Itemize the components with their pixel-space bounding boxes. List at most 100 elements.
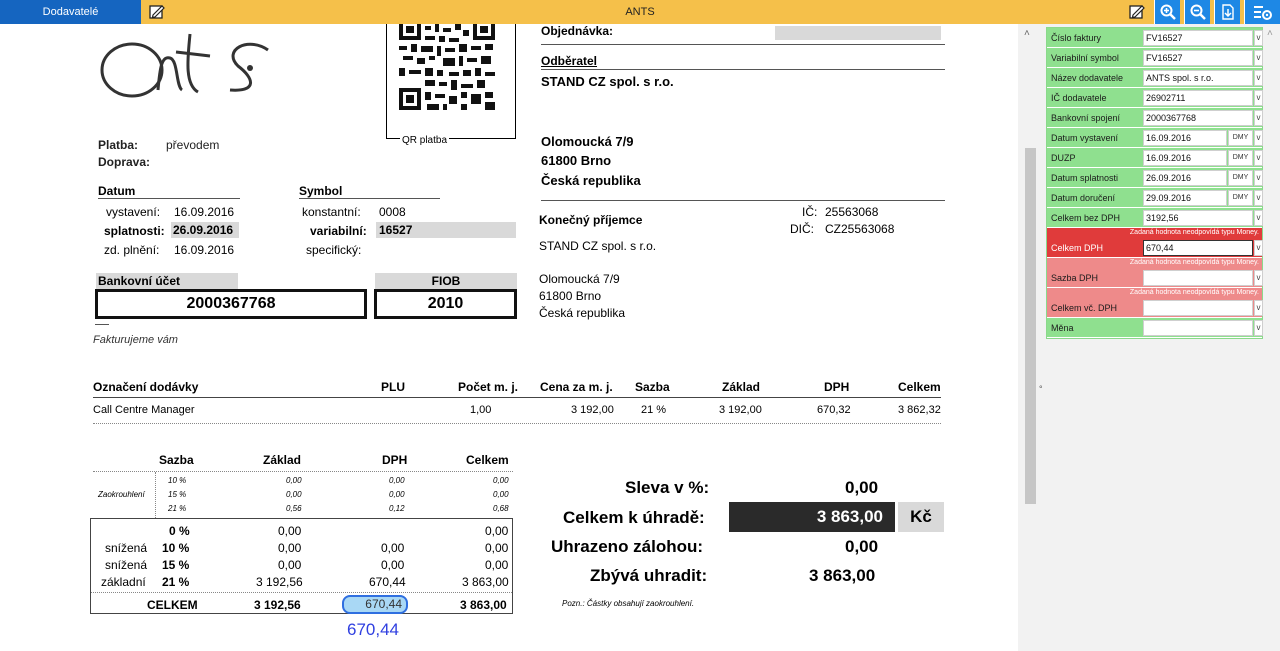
round-zaklad-10: 0,00 <box>286 476 302 485</box>
panel-scroll-up-icon[interactable]: ˄ <box>1267 28 1273 39</box>
edit-icon[interactable] <box>1124 0 1150 24</box>
date-format-button[interactable]: DMY <box>1228 190 1253 206</box>
dropdown-icon[interactable]: v <box>1254 320 1263 336</box>
field-datum-doruceni[interactable]: Datum doručení 29.09.2016 DMY v <box>1047 188 1263 208</box>
field-value[interactable]: ANTS spol. s r.o. <box>1143 70 1253 86</box>
field-value[interactable]: 26.09.2016 <box>1143 170 1227 186</box>
ocr-recognized-value: 670,44 <box>347 620 399 639</box>
field-value[interactable]: FV16527 <box>1143 30 1253 46</box>
dropdown-icon[interactable]: v <box>1254 130 1263 146</box>
ic-label: IČ: <box>802 205 818 219</box>
edit-icon[interactable] <box>148 3 166 21</box>
variabilni-label: variabilní: <box>310 224 367 238</box>
field-value-active[interactable]: 670,44 <box>1143 240 1253 256</box>
settings-icon[interactable] <box>1244 0 1280 24</box>
download-icon[interactable] <box>1214 0 1240 24</box>
field-value[interactable] <box>1143 300 1253 316</box>
qr-code <box>399 24 495 115</box>
vat-total-divider <box>91 592 512 593</box>
item-pocet: 1,00 <box>470 404 492 416</box>
field-value[interactable]: 29.09.2016 <box>1143 190 1227 206</box>
items-divider <box>93 397 941 398</box>
dropdown-icon[interactable]: v <box>1254 90 1263 106</box>
field-datum-splatnosti[interactable]: Datum splatnosti 26.09.2016 DMY v <box>1047 168 1263 188</box>
symbol-header: Symbol <box>299 184 343 198</box>
vat-total-dph-highlight[interactable]: 670,44 <box>342 595 408 614</box>
field-celkem-dph[interactable]: Zadaná hodnota neodpovídá typu Money. Cel… <box>1047 228 1263 258</box>
konstantni-value: 0008 <box>379 205 406 219</box>
dropdown-icon[interactable]: v <box>1254 150 1263 166</box>
date-format-button[interactable]: DMY <box>1228 170 1253 186</box>
symbol-divider <box>299 198 440 199</box>
scrollbar-thumb[interactable] <box>1025 148 1036 504</box>
zbyva-label: Zbývá uhradit: <box>590 566 708 585</box>
field-value[interactable] <box>1143 320 1253 336</box>
dropdown-icon[interactable]: v <box>1254 30 1263 46</box>
field-value[interactable]: 16.09.2016 <box>1143 130 1227 146</box>
ic-value: 25563068 <box>825 205 879 219</box>
field-label: Datum vystavení <box>1051 133 1119 143</box>
dropdown-icon[interactable]: v <box>1254 190 1263 206</box>
rate-zaklad-15: 0,00 <box>278 558 302 572</box>
vat-divider-vertical <box>155 472 156 518</box>
top-toolbar <box>0 0 1280 24</box>
konecny-divider <box>541 200 945 201</box>
rate-sazba-21: 21 % <box>162 575 190 589</box>
dropdown-icon[interactable]: v <box>1254 70 1263 86</box>
round-sazba-21: 21 % <box>168 504 187 513</box>
currency-label: Kč <box>898 502 944 532</box>
rate-celkem-10: 0,00 <box>485 541 509 555</box>
zoom-out-icon[interactable] <box>1184 0 1210 24</box>
field-ic-dodavatele[interactable]: IČ dodavatele 26902711 v <box>1047 88 1263 108</box>
field-value[interactable]: 26902711 <box>1143 90 1253 106</box>
field-celkem-vc-dph[interactable]: Zadaná hodnota neodpovídá typu Money. Cel… <box>1047 288 1263 318</box>
ants-logo <box>98 26 276 119</box>
field-sazba-dph[interactable]: Zadaná hodnota neodpovídá typu Money. Saz… <box>1047 258 1263 288</box>
dropdown-icon[interactable]: v <box>1254 240 1263 256</box>
field-mena[interactable]: Měna v <box>1047 318 1263 338</box>
dropdown-icon[interactable]: v <box>1254 210 1263 226</box>
variabilni-value: 16527 <box>376 222 516 238</box>
round-dph-21: 0,12 <box>389 504 405 513</box>
field-value[interactable]: 3192,56 <box>1143 210 1253 226</box>
tab-dodavatele[interactable]: Dodavatelé <box>0 0 141 24</box>
vystaveni-label: vystavení: <box>106 205 161 219</box>
dropdown-icon[interactable]: v <box>1254 110 1263 126</box>
field-bankovni-spojeni[interactable]: Bankovní spojení 2000367768 v <box>1047 108 1263 128</box>
plneni-value: 16.09.2016 <box>174 243 235 257</box>
fiob-header: FIOB <box>375 273 517 289</box>
zaloha-label: Uhrazeno zálohou: <box>551 537 704 556</box>
dropdown-icon[interactable]: v <box>1254 270 1263 286</box>
divider <box>95 324 109 325</box>
dic-label: DIČ: <box>790 222 814 236</box>
summary-note: Pozn.: Částky obsahují zaokrouhlení. <box>562 599 695 608</box>
field-celkem-bez-dph[interactable]: Celkem bez DPH 3192,56 v <box>1047 208 1263 228</box>
odberatel-country: Česká republika <box>541 173 641 188</box>
field-cislo-faktury[interactable]: Číslo faktury FV16527 v <box>1047 28 1263 48</box>
zaokrouhleni-label: Zaokrouhlení <box>98 490 145 499</box>
round-dph-10: 0,00 <box>389 476 405 485</box>
field-datum-vystaveni[interactable]: Datum vystavení 16.09.2016 DMY v <box>1047 128 1263 148</box>
date-format-button[interactable]: DMY <box>1228 150 1253 166</box>
item-cena: 3 192,00 <box>571 404 614 416</box>
zoom-in-icon[interactable] <box>1154 0 1180 24</box>
date-format-button[interactable]: DMY <box>1228 130 1253 146</box>
items-header-celkem: Celkem <box>898 380 941 394</box>
dropdown-icon[interactable]: v <box>1254 300 1263 316</box>
scroll-up-icon[interactable]: ˄ <box>1024 28 1030 39</box>
odberatel-divider <box>541 69 945 70</box>
vat-header-zaklad: Základ <box>263 453 302 467</box>
objednavka-divider <box>541 44 945 45</box>
field-duzp[interactable]: DUZP 16.09.2016 DMY v <box>1047 148 1263 168</box>
item-name: Call Centre Manager <box>93 404 195 416</box>
doprava-label: Doprava: <box>98 155 151 169</box>
dropdown-icon[interactable]: v <box>1254 50 1263 66</box>
field-value[interactable]: 2000367768 <box>1143 110 1253 126</box>
field-value[interactable]: FV16527 <box>1143 50 1253 66</box>
field-value[interactable] <box>1143 270 1253 286</box>
field-nazev-dodavatele[interactable]: Název dodavatele ANTS spol. s r.o. v <box>1047 68 1263 88</box>
round-zaklad-15: 0,00 <box>286 490 302 499</box>
field-variabilni-symbol[interactable]: Variabilní symbol FV16527 v <box>1047 48 1263 68</box>
field-value[interactable]: 16.09.2016 <box>1143 150 1227 166</box>
dropdown-icon[interactable]: v <box>1254 170 1263 186</box>
